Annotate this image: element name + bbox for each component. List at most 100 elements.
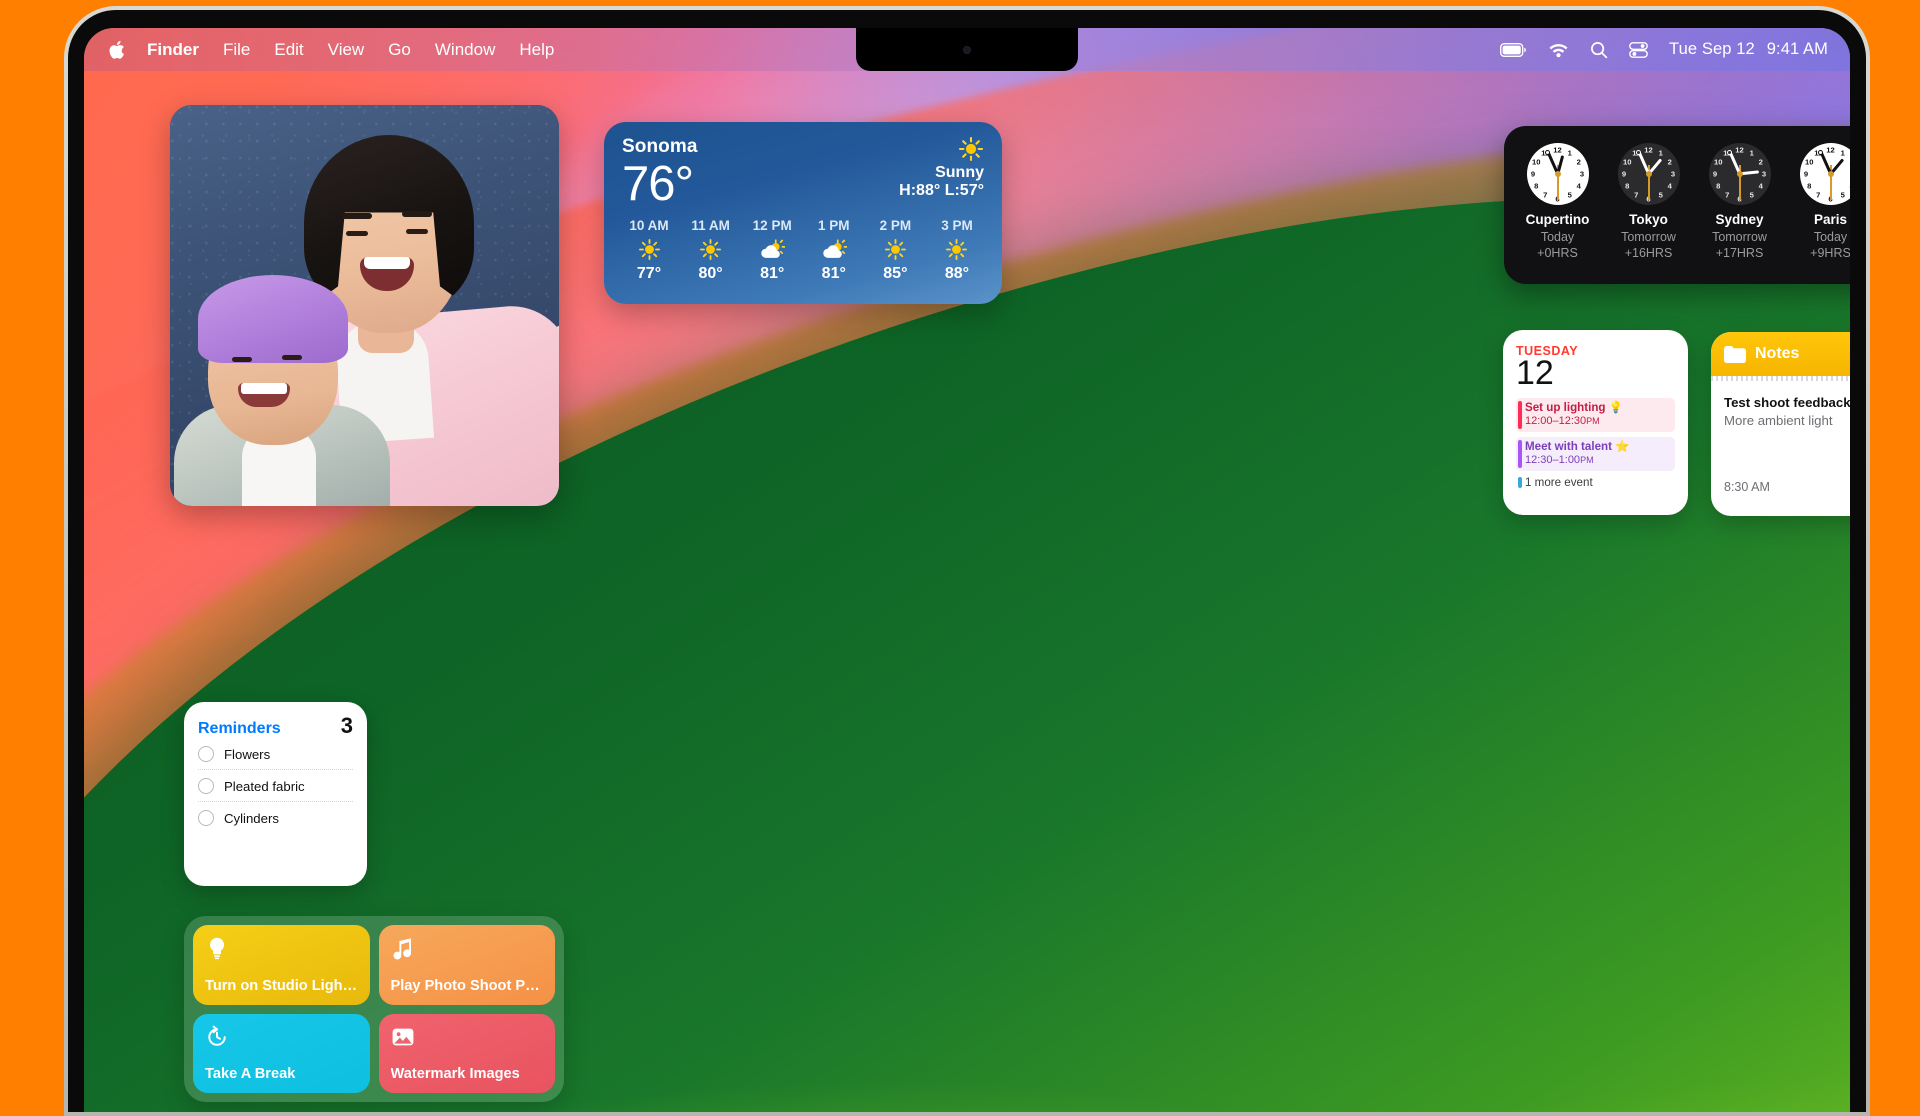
clock-city-label: Paris <box>1787 212 1851 229</box>
notes-title: Test shoot feedback <box>1724 394 1850 411</box>
weather-hour-4: 2 PM85° <box>868 218 922 283</box>
search-icon[interactable] <box>1590 41 1608 59</box>
clock-paris[interactable]: 123456789101112ParisToday+9HRS <box>1787 143 1851 261</box>
clock-numeral: 10 <box>1714 157 1722 166</box>
reminder-item[interactable]: Pleated fabric <box>198 769 353 801</box>
clock-second-hand <box>1557 174 1559 200</box>
display-bezel: Finder File Edit View Go Window Help <box>68 10 1866 1112</box>
apple-menu-icon[interactable] <box>108 40 125 60</box>
reminder-label: Pleated fabric <box>224 779 305 794</box>
clock-numeral: 1 <box>1659 148 1663 157</box>
reminder-item[interactable]: Cylinders <box>198 801 353 833</box>
clock-numeral: 8 <box>1625 182 1629 191</box>
notes-widget[interactable]: Notes Test shoot feedback More ambient l… <box>1711 332 1850 516</box>
clock-numeral: 9 <box>1622 170 1626 179</box>
weather-hour-time: 3 PM <box>930 218 984 233</box>
shortcut-label: Watermark Images <box>391 1066 544 1083</box>
calendar-event[interactable]: Set up lighting 💡12:00–12:30PM <box>1516 398 1675 432</box>
clock-day-label: Today <box>1514 229 1602 245</box>
calendar-widget[interactable]: TUESDAY 12 Set up lighting 💡12:00–12:30P… <box>1503 330 1688 515</box>
shortcut-tile[interactable]: Turn on Studio Ligh… <box>193 925 370 1005</box>
timer-icon <box>205 1025 229 1049</box>
calendar-event-list: Set up lighting 💡12:00–12:30PM Meet with … <box>1516 398 1675 471</box>
calendar-more-events[interactable]: 1 more event <box>1516 476 1675 489</box>
notes-body: Test shoot feedback More ambient light 8… <box>1711 381 1850 516</box>
calendar-event-time: 12:00–12:30PM <box>1525 415 1670 429</box>
clock-offset-label: +0HRS <box>1514 245 1602 261</box>
clock-numeral: 2 <box>1577 157 1581 166</box>
reminders-widget[interactable]: Reminders 3 Flowers Pleated fabric Cylinde… <box>184 702 367 886</box>
clock-offset-label: +17HRS <box>1696 245 1784 261</box>
calendar-more-label: 1 more event <box>1525 476 1593 489</box>
wifi-icon[interactable] <box>1548 42 1569 58</box>
menu-item-go[interactable]: Go <box>388 40 411 60</box>
shortcut-label: Turn on Studio Ligh… <box>205 978 358 995</box>
clock-city-label: Sydney <box>1696 212 1784 229</box>
control-center-icon[interactable] <box>1629 42 1648 58</box>
shortcut-label: Take A Break <box>205 1066 358 1083</box>
menu-item-window[interactable]: Window <box>435 40 495 60</box>
reminder-checkbox[interactable] <box>198 810 214 826</box>
weather-hour-0: 10 AM77° <box>622 218 676 283</box>
notes-subtitle: More ambient light <box>1724 412 1850 430</box>
calendar-event[interactable]: Meet with talent ⭐12:30–1:00PM <box>1516 437 1675 471</box>
shortcuts-widget[interactable]: Turn on Studio Ligh… Play Photo Shoot P… T… <box>184 916 564 1102</box>
menu-item-file[interactable]: File <box>223 40 250 60</box>
photo-adult-eye-right <box>406 229 428 234</box>
menu-item-view[interactable]: View <box>328 40 365 60</box>
clock-second-hand <box>1739 174 1741 200</box>
weather-hour-temp: 88° <box>930 265 984 283</box>
menu-bar-date: Tue Sep 12 <box>1669 40 1755 58</box>
clock-tokyo[interactable]: 123456789101112TokyoTomorrow+16HRS <box>1605 143 1693 261</box>
clock-cupertino[interactable]: 123456789101112CupertinoToday+0HRS <box>1514 143 1602 261</box>
weather-current: Sonoma 76° <box>622 136 698 208</box>
menu-item-finder[interactable]: Finder <box>147 40 199 60</box>
weather-hour-time: 12 PM <box>745 218 799 233</box>
notes-timestamp: 8:30 AM <box>1724 480 1770 494</box>
calendar-event-color-bar <box>1518 401 1522 429</box>
clock-numeral: 12 <box>1644 145 1652 154</box>
shortcut-tile[interactable]: Take A Break <box>193 1014 370 1094</box>
clock-numeral: 3 <box>1671 170 1675 179</box>
clock-offset-label: +16HRS <box>1605 245 1693 261</box>
weather-hour-temp: 81° <box>745 265 799 283</box>
menu-item-edit[interactable]: Edit <box>274 40 303 60</box>
laptop-frame: Finder File Edit View Go Window Help <box>64 6 1870 1116</box>
weather-header: Sonoma 76° Sunny H:88° L:57° <box>622 136 984 208</box>
clock-center-pin <box>1737 171 1743 177</box>
weather-hour-temp: 85° <box>868 265 922 283</box>
weather-hour-temp: 81° <box>807 265 861 283</box>
clock-numeral: 12 <box>1553 145 1561 154</box>
photo-kid-eye-left <box>232 357 252 362</box>
battery-icon[interactable] <box>1500 43 1527 57</box>
reminders-count-badge: 3 <box>341 715 353 737</box>
clock-numeral: 2 <box>1668 157 1672 166</box>
weather-city: Sonoma <box>622 136 698 158</box>
shortcut-tile[interactable]: Watermark Images <box>379 1014 556 1094</box>
reminder-item[interactable]: Flowers <box>198 738 353 769</box>
weather-high-low: H:88° L:57° <box>899 182 984 200</box>
weather-summary: Sunny H:88° L:57° <box>899 136 984 208</box>
lightbulb-icon <box>205 936 229 960</box>
clock-day-label: Tomorrow <box>1605 229 1693 245</box>
menu-item-help[interactable]: Help <box>519 40 554 60</box>
sun-icon <box>930 236 984 262</box>
weather-hour-5: 3 PM 88° <box>930 218 984 283</box>
calendar-event-title: Set up lighting 💡 <box>1525 401 1670 415</box>
photos-widget[interactable] <box>170 105 559 506</box>
clock-sydney[interactable]: 123456789101112SydneyTomorrow+17HRS <box>1696 143 1784 261</box>
clock-minute-tip <box>1727 150 1732 155</box>
clock-numeral: 10 <box>1805 157 1813 166</box>
weather-widget[interactable]: Sonoma 76° Sunny H:88° L:57° 10 AM77°11 … <box>604 122 1002 304</box>
menu-bar-clock[interactable]: Tue Sep 129:41 AM <box>1669 40 1828 59</box>
camera-icon <box>963 46 971 54</box>
sun-cloud-icon <box>745 236 799 262</box>
reminders-header: Reminders 3 <box>198 715 353 738</box>
calendar-event-title: Meet with talent ⭐ <box>1525 440 1670 454</box>
clock-numeral: 7 <box>1634 191 1638 200</box>
reminder-checkbox[interactable] <box>198 746 214 762</box>
shortcut-tile[interactable]: Play Photo Shoot P… <box>379 925 556 1005</box>
sun-icon <box>899 136 984 162</box>
world-clock-widget[interactable]: 123456789101112CupertinoToday+0HRS 123456… <box>1504 126 1850 284</box>
reminder-checkbox[interactable] <box>198 778 214 794</box>
